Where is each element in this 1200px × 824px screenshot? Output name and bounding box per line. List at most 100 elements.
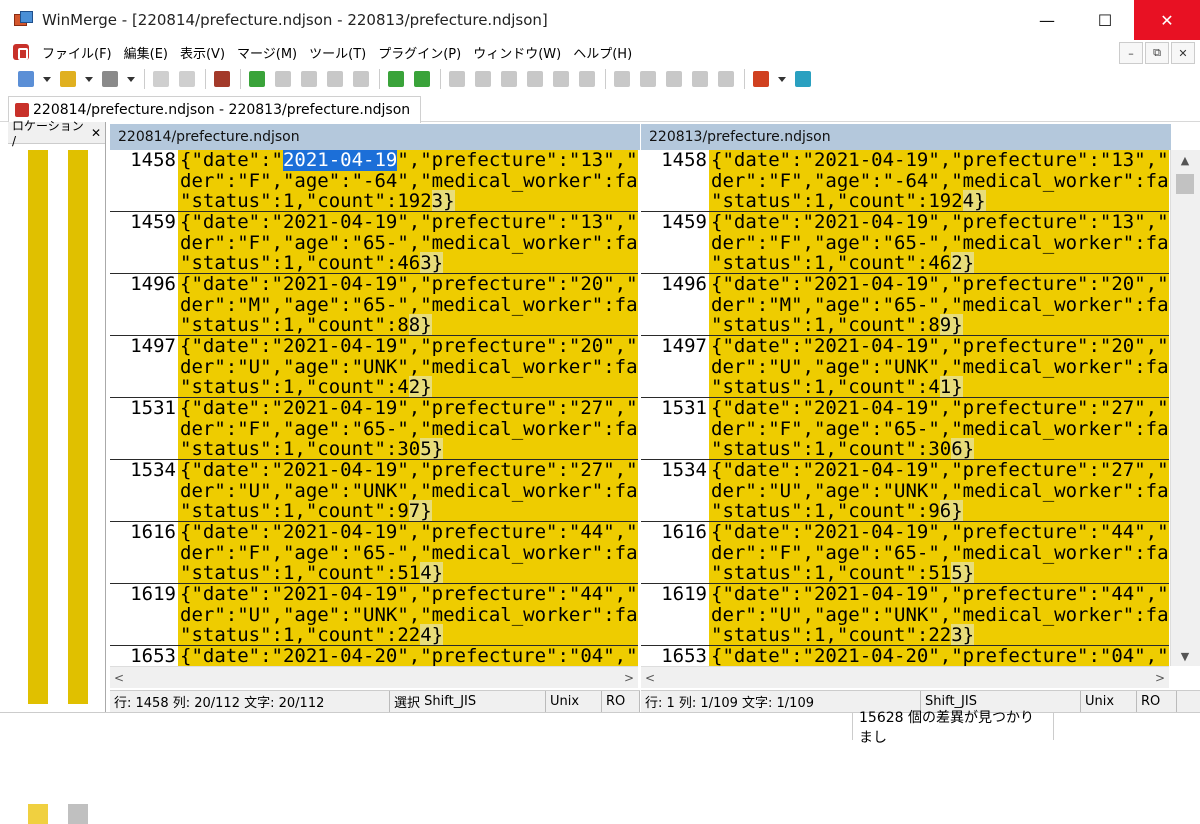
- menu-file[interactable]: ファイル(F): [36, 43, 118, 62]
- diff-line-text[interactable]: {"date":"2021-04-19","prefecture":"27","…: [178, 460, 638, 521]
- copy-all-right-icon[interactable]: [549, 67, 573, 91]
- copy-right-advance-icon[interactable]: [497, 67, 521, 91]
- mdi-close-button[interactable]: ✕: [1171, 42, 1195, 64]
- diff-line-text[interactable]: {"date":"2021-04-19","prefecture":"20","…: [709, 336, 1169, 397]
- undo-icon[interactable]: [149, 67, 173, 91]
- right-horizontal-scrollbar[interactable]: < >: [641, 666, 1169, 688]
- next-diff-down-icon[interactable]: [245, 67, 269, 91]
- redo-icon[interactable]: [175, 67, 199, 91]
- left-diff-row[interactable]: 1497 {"date":"2021-04-19","prefecture":"2…: [110, 336, 638, 398]
- right-diff-row[interactable]: 1653 {"date":"2021-04-20","prefecture":"0…: [641, 646, 1169, 666]
- filmstrip-icon[interactable]: [210, 67, 234, 91]
- scroll-left-arrow-icon[interactable]: <: [645, 671, 655, 685]
- diff-line-text[interactable]: {"date":"2021-04-19","prefecture":"13","…: [709, 212, 1169, 273]
- next-conflict-icon[interactable]: [384, 67, 408, 91]
- copy-from-right-icon[interactable]: [714, 67, 738, 91]
- merge-icon[interactable]: [610, 67, 634, 91]
- right-diff-row[interactable]: 1459 {"date":"2021-04-19","prefecture":"1…: [641, 212, 1169, 274]
- code-fragment: der":"F","age":"65-","medical_worker":fa…: [180, 231, 638, 254]
- code-fragment: "status":1,"count":: [711, 376, 929, 397]
- diff-line-text[interactable]: {"date":"2021-04-20","prefecture":"04","…: [178, 646, 638, 666]
- dropdown-icon[interactable]: [775, 67, 789, 91]
- menu-help[interactable]: ヘルプ(H): [567, 43, 638, 62]
- right-diff-row[interactable]: 1534 {"date":"2021-04-19","prefecture":"2…: [641, 460, 1169, 522]
- menu-edit[interactable]: 編集(E): [118, 43, 174, 62]
- scroll-up-arrow-icon[interactable]: ▲: [1171, 150, 1199, 170]
- left-diff-row[interactable]: 1619 {"date":"2021-04-19","prefecture":"4…: [110, 584, 638, 646]
- copy-to-right-icon[interactable]: [688, 67, 712, 91]
- scroll-right-arrow-icon[interactable]: >: [1155, 671, 1165, 685]
- right-diff-row[interactable]: 1531 {"date":"2021-04-19","prefecture":"2…: [641, 398, 1169, 460]
- copy-right-icon[interactable]: [445, 67, 469, 91]
- minimize-button[interactable]: —: [1018, 0, 1076, 40]
- right-diff-row[interactable]: 1616 {"date":"2021-04-19","prefecture":"4…: [641, 522, 1169, 584]
- location-viewport-left[interactable]: [28, 804, 48, 824]
- location-bar-right[interactable]: [68, 150, 88, 704]
- diff-line-text[interactable]: {"date":"2021-04-19","prefecture":"13","…: [178, 150, 638, 211]
- options-icon[interactable]: [749, 67, 773, 91]
- open-icon[interactable]: [56, 67, 80, 91]
- menu-window[interactable]: ウィンドウ(W): [467, 43, 567, 62]
- diff-line-text[interactable]: {"date":"2021-04-19","prefecture":"44","…: [178, 584, 638, 645]
- last-diff-icon[interactable]: [323, 67, 347, 91]
- left-diff-row[interactable]: 1496 {"date":"2021-04-19","prefecture":"2…: [110, 274, 638, 336]
- vertical-scrollbar[interactable]: ▲ ▼: [1170, 150, 1200, 666]
- maximize-button[interactable]: ☐: [1076, 0, 1134, 40]
- dropdown-icon[interactable]: [40, 67, 54, 91]
- menu-view[interactable]: 表示(V): [174, 43, 231, 62]
- menu-tools[interactable]: ツール(T): [303, 43, 372, 62]
- prev-diff-up-icon[interactable]: [271, 67, 295, 91]
- copy-left-icon[interactable]: [471, 67, 495, 91]
- diff-line-text[interactable]: {"date":"2021-04-19","prefecture":"27","…: [709, 460, 1169, 521]
- copy-all-left-icon[interactable]: [575, 67, 599, 91]
- copy-from-left-icon[interactable]: [636, 67, 660, 91]
- close-button[interactable]: ✕: [1134, 0, 1200, 40]
- diff-line-text[interactable]: {"date":"2021-04-19","prefecture":"20","…: [709, 274, 1169, 335]
- diff-line-text[interactable]: {"date":"2021-04-19","prefecture":"13","…: [178, 212, 638, 273]
- dropdown-icon[interactable]: [124, 67, 138, 91]
- right-diff-row[interactable]: 1496 {"date":"2021-04-19","prefecture":"2…: [641, 274, 1169, 336]
- left-diff-row[interactable]: 1531 {"date":"2021-04-19","prefecture":"2…: [110, 398, 638, 460]
- diff-line-text[interactable]: {"date":"2021-04-19","prefecture":"20","…: [178, 274, 638, 335]
- save-icon[interactable]: [98, 67, 122, 91]
- refresh-icon[interactable]: [791, 67, 815, 91]
- menu-plugins[interactable]: プラグイン(P): [372, 43, 467, 62]
- new-icon[interactable]: [14, 67, 38, 91]
- left-diff-row[interactable]: 1653 {"date":"2021-04-20","prefecture":"0…: [110, 646, 638, 666]
- location-bar-left[interactable]: [28, 150, 48, 704]
- left-horizontal-scrollbar[interactable]: < >: [110, 666, 638, 688]
- mdi-restore-button[interactable]: ⧉: [1145, 42, 1169, 64]
- right-diff-row[interactable]: 1619 {"date":"2021-04-19","prefecture":"4…: [641, 584, 1169, 646]
- right-diff-pane[interactable]: 1458 {"date":"2021-04-19","prefecture":"1…: [641, 150, 1169, 666]
- menu-merge[interactable]: マージ(M): [231, 43, 303, 62]
- location-pane-close-icon[interactable]: ✕: [91, 126, 101, 140]
- diff-line-text[interactable]: {"date":"2021-04-20","prefecture":"04","…: [709, 646, 1169, 666]
- scroll-down-arrow-icon[interactable]: ▼: [1171, 646, 1199, 666]
- left-diff-row[interactable]: 1458 {"date":"2021-04-19","prefecture":"1…: [110, 150, 638, 212]
- right-diff-row[interactable]: 1458 {"date":"2021-04-19","prefecture":"1…: [641, 150, 1169, 212]
- diff-line-text[interactable]: {"date":"2021-04-19","prefecture":"13","…: [709, 150, 1169, 211]
- location-viewport-right[interactable]: [68, 804, 88, 824]
- diff-line-text[interactable]: {"date":"2021-04-19","prefecture":"20","…: [178, 336, 638, 397]
- scroll-left-arrow-icon[interactable]: <: [114, 671, 124, 685]
- right-diff-row[interactable]: 1497 {"date":"2021-04-19","prefecture":"2…: [641, 336, 1169, 398]
- copy-left-advance-icon[interactable]: [523, 67, 547, 91]
- left-diff-pane[interactable]: 1458 {"date":"2021-04-19","prefecture":"1…: [110, 150, 638, 666]
- left-diff-row[interactable]: 1459 {"date":"2021-04-19","prefecture":"1…: [110, 212, 638, 274]
- diff-line-text[interactable]: {"date":"2021-04-19","prefecture":"27","…: [709, 398, 1169, 459]
- prev-conflict-icon[interactable]: [410, 67, 434, 91]
- diff-line-text[interactable]: {"date":"2021-04-19","prefecture":"44","…: [709, 584, 1169, 645]
- diff-line-text[interactable]: {"date":"2021-04-19","prefecture":"44","…: [178, 522, 638, 583]
- vertical-scroll-thumb[interactable]: [1176, 174, 1194, 194]
- left-diff-row[interactable]: 1616 {"date":"2021-04-19","prefecture":"4…: [110, 522, 638, 584]
- diff-line-text[interactable]: {"date":"2021-04-19","prefecture":"27","…: [178, 398, 638, 459]
- mdi-minimize-button[interactable]: –: [1119, 42, 1143, 64]
- diff-line-text[interactable]: {"date":"2021-04-19","prefecture":"44","…: [709, 522, 1169, 583]
- copy-to-left-icon[interactable]: [662, 67, 686, 91]
- left-diff-row[interactable]: 1534 {"date":"2021-04-19","prefecture":"2…: [110, 460, 638, 522]
- scroll-right-arrow-icon[interactable]: >: [624, 671, 634, 685]
- current-diff-icon[interactable]: [349, 67, 373, 91]
- dropdown-icon[interactable]: [82, 67, 96, 91]
- document-menu-icon[interactable]: [13, 44, 29, 60]
- first-diff-icon[interactable]: [297, 67, 321, 91]
